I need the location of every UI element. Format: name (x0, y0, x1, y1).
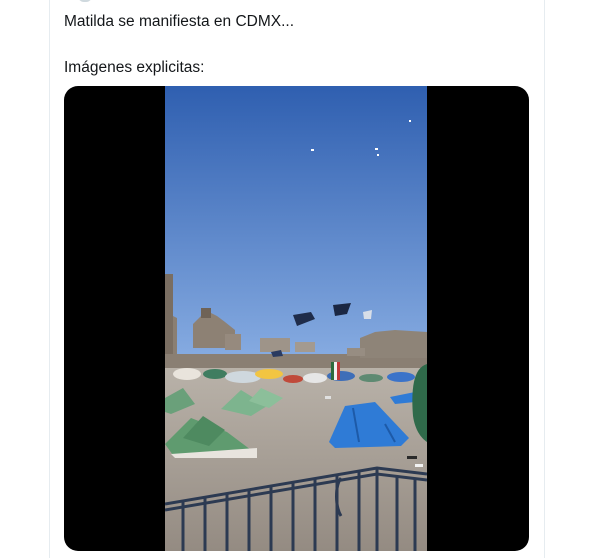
tweet-text-line-2: Imágenes explicitas: (64, 59, 205, 76)
video-frame-image (165, 86, 427, 551)
video-frame (165, 86, 427, 551)
video-player[interactable] (64, 86, 529, 551)
tweet-text-line-1: Matilda se manifiesta en CDMX... (64, 13, 295, 30)
